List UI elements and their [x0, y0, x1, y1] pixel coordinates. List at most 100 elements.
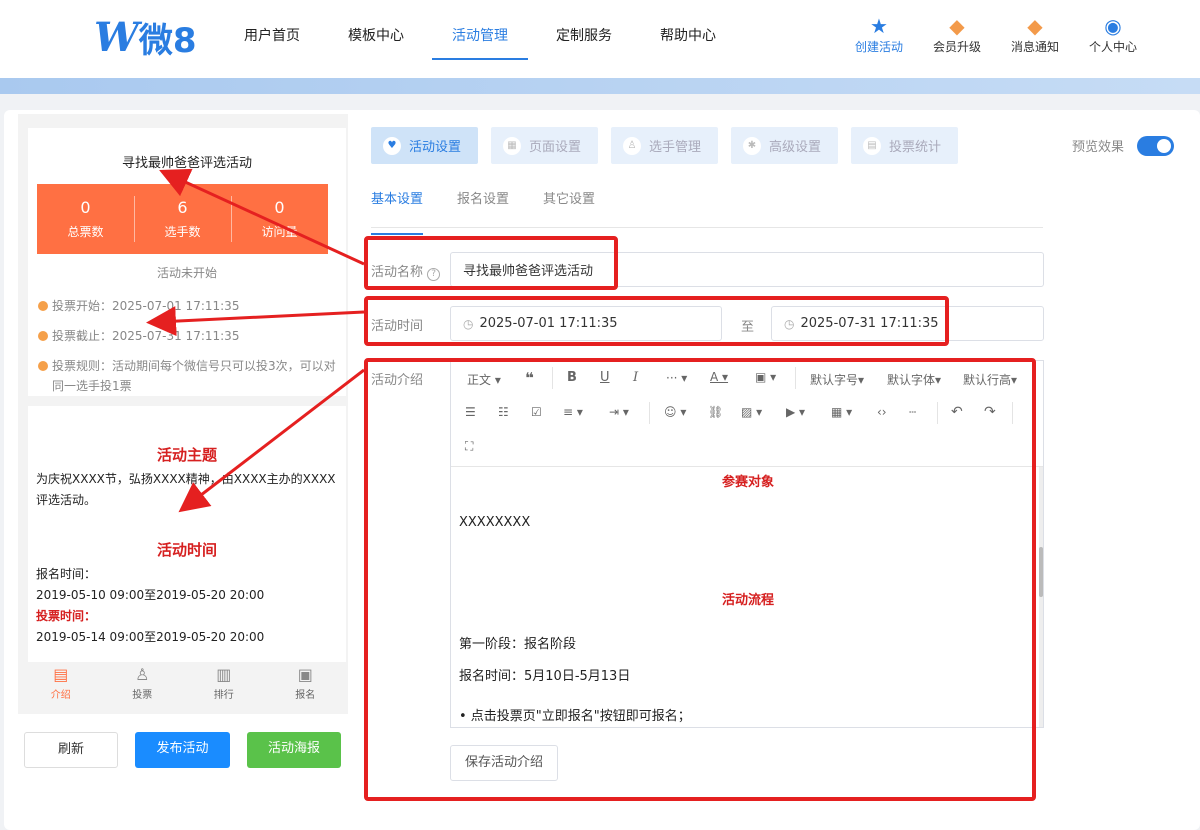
emoji-icon[interactable]: ☺ ▾ [664, 405, 686, 419]
activity-poster-button[interactable]: 活动海报 [247, 732, 341, 768]
font-color-icon[interactable]: A ▾ [710, 370, 728, 384]
table-icon[interactable]: ▦ ▾ [831, 405, 852, 419]
publish-activity-button[interactable]: 发布活动 [135, 732, 230, 768]
activity-time-label: 活动时间 [371, 319, 424, 334]
font-family-label: 默认字体 [887, 373, 936, 387]
video-icon[interactable]: ▶ ▾ [786, 405, 805, 419]
notifications-button[interactable]: ◆ 消息通知 [996, 14, 1074, 55]
tab-page-settings[interactable]: ▦ 页面设置 [491, 127, 598, 164]
vote-end-text: 投票截止：2025-07-31 17:11:35 [52, 329, 240, 343]
signup-label: 报名时间： [36, 567, 97, 581]
editor-scrollbar[interactable] [1039, 467, 1043, 727]
vote-start-text: 投票开始：2025-07-01 17:11:35 [52, 299, 240, 313]
end-time-input[interactable]: ◷ 2025-07-31 17:11:35 [771, 306, 1044, 341]
nav-home[interactable]: 用户首页 [224, 0, 320, 60]
editor-content[interactable]: 参赛对象 XXXXXXXX 活动流程 第一阶段：报名阶段 报名时间：5月10日-… [459, 467, 1037, 727]
vote-rule-text: 投票规则：活动期间每个微信号只可以投3次，可以对同一选手投1票 [52, 359, 336, 393]
subtab-basic[interactable]: 基本设置 [371, 180, 424, 235]
page-icon: ▦ [503, 136, 521, 155]
subtab-signup[interactable]: 报名设置 [457, 180, 509, 227]
redo-icon[interactable]: ↷ [984, 404, 996, 420]
more-icon[interactable]: ··· ▾ [666, 371, 687, 385]
stat-num: 0 [80, 198, 91, 217]
header-toolbar: ★ 创建活动 ◆ 会员升级 ◆ 消息通知 ◉ 个人中心 [840, 14, 1152, 55]
settings-subtabs: 基本设置 报名设置 其它设置 [371, 180, 1043, 235]
paragraph-3: 报名时间：5月10日-5月13日 [459, 669, 631, 684]
numbered-list-icon[interactable]: ☷ [498, 405, 509, 419]
bullet-dot-icon [38, 361, 48, 371]
tab-label: 排行 [213, 690, 234, 701]
activity-name-input[interactable]: 寻找最帅爸爸评选活动 [450, 252, 1044, 287]
italic-icon[interactable]: I [633, 370, 638, 385]
divider [795, 367, 796, 389]
clock-icon: ◷ [463, 316, 474, 331]
bullet-list-icon[interactable]: ☰ [465, 405, 476, 419]
stat-contestants: 6 选手数 [134, 184, 231, 254]
quote-icon[interactable]: ❝ [525, 369, 534, 387]
subtab-other[interactable]: 其它设置 [543, 180, 595, 227]
preview-toggle[interactable] [1137, 136, 1174, 156]
font-size-select[interactable]: 默认字号▾ [810, 371, 864, 388]
user-center-button[interactable]: ◉ 个人中心 [1074, 14, 1152, 55]
step-label: 活动设置 [409, 140, 462, 155]
scrollbar-thumb[interactable] [1039, 547, 1043, 597]
person-icon: ♙ [623, 136, 641, 155]
line-height-select[interactable]: 默认行高▾ [963, 371, 1017, 388]
logo[interactable]: W 微8 [94, 14, 197, 61]
theme-title: 活动主题 [156, 446, 217, 464]
tab-vote-statistics[interactable]: ▤ 投票统计 [851, 127, 958, 164]
nav-activity-management[interactable]: 活动管理 [432, 0, 528, 60]
tab-contestant-management[interactable]: ♙ 选手管理 [611, 127, 718, 164]
vote-time: 2019-05-14 09:00至2019-05-20 20:00 [36, 630, 265, 644]
font-family-select[interactable]: 默认字体▾ [887, 371, 941, 388]
create-activity-button[interactable]: ★ 创建活动 [840, 14, 918, 55]
chart-icon: ▤ [863, 136, 881, 155]
nav-custom-service[interactable]: 定制服务 [536, 0, 632, 60]
divider-line-icon[interactable]: ┄ [909, 405, 916, 419]
bold-icon[interactable]: B [567, 370, 577, 385]
save-intro-button[interactable]: 保存活动介绍 [450, 745, 558, 781]
nav-help[interactable]: 帮助中心 [640, 0, 736, 60]
link-icon[interactable]: ⛓ [708, 405, 723, 419]
nav-templates[interactable]: 模板中心 [328, 0, 424, 60]
align-icon[interactable]: ≡ ▾ [563, 405, 583, 419]
stat-label: 访问量 [261, 225, 298, 239]
vote-label: 投票时间： [36, 609, 97, 623]
todo-list-icon[interactable]: ☑ [531, 405, 542, 419]
image-icon[interactable]: ▨ ▾ [741, 405, 762, 419]
code-icon[interactable]: ‹› [877, 405, 887, 419]
divider [1012, 402, 1013, 424]
start-time-input[interactable]: ◷ 2025-07-01 17:11:35 [450, 306, 722, 341]
underline-icon[interactable]: U [600, 370, 610, 385]
paragraph-4: • 点击投票页"立即报名"按钮即可报名； [459, 709, 691, 724]
tab-activity-settings[interactable]: ♥ 活动设置 [371, 127, 478, 164]
step-label: 选手管理 [649, 140, 702, 155]
create-activity-label: 创建活动 [854, 40, 903, 54]
tab-intro[interactable]: ▤ 介绍 [20, 664, 102, 706]
tab-signup[interactable]: ▣ 报名 [265, 664, 347, 706]
paragraph-select[interactable]: 正文 ▾ [467, 371, 501, 388]
preview-summary-card: 寻找最帅爸爸评选活动 0 总票数 6 选手数 0 访问量 活动未开始 投票开始：… [28, 128, 346, 396]
stat-total-votes: 0 总票数 [37, 184, 134, 254]
paragraph-1: XXXXXXXX [459, 515, 531, 530]
tab-advanced-settings[interactable]: ✱ 高级设置 [731, 127, 838, 164]
person-icon: ♙ [135, 665, 150, 684]
member-upgrade-button[interactable]: ◆ 会员升级 [918, 14, 996, 55]
stats-bar: 0 总票数 6 选手数 0 访问量 [37, 184, 328, 254]
tab-label: 介绍 [50, 690, 71, 701]
tab-vote[interactable]: ♙ 投票 [102, 664, 184, 706]
undo-icon[interactable]: ↶ [951, 404, 963, 420]
signup-time: 2019-05-10 09:00至2019-05-20 20:00 [36, 588, 265, 602]
user-center-label: 个人中心 [1088, 40, 1137, 54]
fullscreen-icon[interactable]: ⛶ [465, 439, 473, 454]
help-icon[interactable]: ? [427, 268, 441, 281]
podium-icon: ▥ [216, 665, 232, 684]
indent-icon[interactable]: ⇥ ▾ [609, 405, 629, 419]
document-icon: ▤ [53, 665, 69, 684]
bell-icon: ◆ [1027, 14, 1043, 38]
tab-ranking[interactable]: ▥ 排行 [183, 664, 265, 706]
divider [552, 367, 553, 389]
background-color-icon[interactable]: ▣ ▾ [755, 370, 776, 384]
refresh-button[interactable]: 刷新 [24, 732, 118, 768]
stat-visits: 0 访问量 [231, 184, 328, 254]
